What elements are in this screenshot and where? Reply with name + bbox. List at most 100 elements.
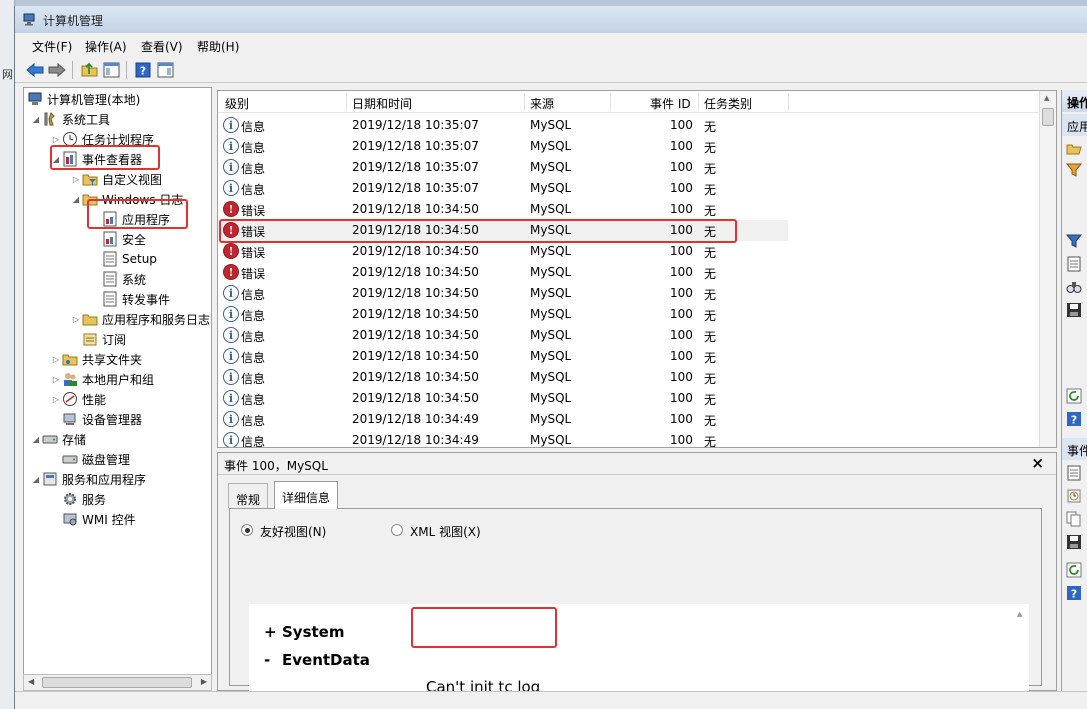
expand-system-icon[interactable]: + <box>264 623 277 641</box>
expanded-arrow-icon[interactable]: ◢ <box>30 475 42 484</box>
expanded-arrow-icon[interactable]: ◢ <box>50 155 62 164</box>
menu-help[interactable]: 帮助(H) <box>197 38 239 55</box>
tree-device-manager[interactable]: 设备管理器 <box>62 409 142 429</box>
menu-file[interactable]: 文件(F) <box>32 38 72 55</box>
open-log-icon[interactable] <box>1066 140 1082 156</box>
tree-disk-management[interactable]: 磁盘管理 <box>62 449 130 469</box>
scrollbar-thumb[interactable] <box>42 677 192 688</box>
find-icon[interactable] <box>1066 279 1082 295</box>
help-icon[interactable]: ? <box>1066 411 1082 427</box>
eventdata-node[interactable]: EventData <box>282 651 370 669</box>
tree-custom-views[interactable]: ▷ 自定义视图 <box>70 169 162 189</box>
back-button[interactable] <box>25 60 45 80</box>
menu-action[interactable]: 操作(A) <box>85 38 127 55</box>
column-source[interactable]: 来源 <box>530 95 554 112</box>
actions-section-event[interactable]: 事件 <box>1062 438 1087 460</box>
collapsed-arrow-icon[interactable]: ▷ <box>70 315 82 324</box>
collapsed-arrow-icon[interactable]: ▷ <box>70 175 82 184</box>
event-properties-icon[interactable] <box>1066 465 1082 481</box>
properties-icon[interactable] <box>1066 256 1082 272</box>
tree-subscriptions[interactable]: 订阅 <box>82 329 126 349</box>
radio-xml-view[interactable] <box>391 524 403 536</box>
column-divider[interactable] <box>698 93 699 111</box>
tree-horizontal-scrollbar[interactable]: ◀ ▶ <box>23 674 212 691</box>
column-level[interactable]: 级别 <box>225 95 249 112</box>
tree-storage[interactable]: ◢ 存储 <box>30 429 86 449</box>
refresh-icon[interactable] <box>1066 388 1082 404</box>
save-icon[interactable] <box>1066 302 1082 318</box>
table-row[interactable]: i 信息 2019/12/18 10:35:07 MySQL 100 无 <box>218 178 788 199</box>
tree-setup[interactable]: Setup <box>102 249 157 269</box>
collapsed-arrow-icon[interactable]: ▷ <box>50 395 62 404</box>
tree-application[interactable]: 应用程序 <box>102 209 170 229</box>
up-folder-button[interactable] <box>79 60 99 80</box>
filter-icon[interactable] <box>1066 162 1082 178</box>
refresh-icon[interactable] <box>1066 562 1082 578</box>
filter-log-icon[interactable] <box>1066 233 1082 249</box>
copy-icon[interactable] <box>1066 511 1082 527</box>
tab-general[interactable]: 常规 <box>228 483 269 508</box>
table-row[interactable]: i 信息 2019/12/18 10:34:50 MySQL 100 无 <box>218 325 788 346</box>
show-action-pane-button[interactable] <box>155 60 175 80</box>
actions-section-application[interactable]: 应用 <box>1062 114 1087 136</box>
radio-xml-label[interactable]: XML 视图(X) <box>410 523 481 540</box>
tree-services-apps[interactable]: ◢ 服务和应用程序 <box>30 469 146 489</box>
help-icon[interactable]: ? <box>1066 585 1082 601</box>
tree-forwarded-events[interactable]: 转发事件 <box>102 289 170 309</box>
scroll-up-icon[interactable]: ▲ <box>1044 94 1049 102</box>
system-node[interactable]: System <box>282 623 344 641</box>
help-button[interactable]: ? <box>133 60 153 80</box>
attach-task-icon[interactable] <box>1066 488 1082 504</box>
radio-friendly-view[interactable] <box>241 524 253 536</box>
menu-view[interactable]: 查看(V) <box>141 38 183 55</box>
tree-task-scheduler[interactable]: ▷ 任务计划程序 <box>50 129 154 149</box>
expanded-arrow-icon[interactable]: ◢ <box>30 115 42 124</box>
table-row[interactable]: i 信息 2019/12/18 10:34:50 MySQL 100 无 <box>218 367 788 388</box>
tree-system[interactable]: 系统 <box>102 269 146 289</box>
scroll-up-icon[interactable]: ▲ <box>1017 610 1022 618</box>
table-row[interactable]: i 信息 2019/12/18 10:34:50 MySQL 100 无 <box>218 346 788 367</box>
collapsed-arrow-icon[interactable]: ▷ <box>50 355 62 364</box>
expanded-arrow-icon[interactable]: ◢ <box>30 435 42 444</box>
tree-wmi[interactable]: WMI 控件 <box>62 509 136 529</box>
table-row[interactable]: ! 错误 2019/12/18 10:34:50 MySQL 100 无 <box>218 241 788 262</box>
table-row[interactable]: i 信息 2019/12/18 10:34:50 MySQL 100 无 <box>218 283 788 304</box>
collapsed-arrow-icon[interactable]: ▷ <box>50 375 62 384</box>
column-event-id[interactable]: 事件 ID <box>650 95 691 112</box>
column-divider[interactable] <box>788 93 789 111</box>
tree-root[interactable]: 计算机管理(本地) <box>27 89 140 109</box>
radio-friendly-label[interactable]: 友好视图(N) <box>260 523 326 540</box>
column-divider[interactable] <box>524 93 525 111</box>
tree-performance[interactable]: ▷ 性能 <box>50 389 106 409</box>
tree-system-tools[interactable]: ◢ 系统工具 <box>30 109 110 129</box>
table-row[interactable]: ! 错误 2019/12/18 10:34:50 MySQL 100 无 <box>218 220 788 241</box>
column-divider[interactable] <box>346 93 347 111</box>
expanded-arrow-icon[interactable]: ◢ <box>70 195 82 204</box>
save-event-icon[interactable] <box>1066 534 1082 550</box>
tree-local-users[interactable]: ▷ 本地用户和组 <box>50 369 154 389</box>
collapsed-arrow-icon[interactable]: ▷ <box>50 135 62 144</box>
table-row[interactable]: i 信息 2019/12/18 10:35:07 MySQL 100 无 <box>218 136 788 157</box>
table-row[interactable]: ! 错误 2019/12/18 10:34:50 MySQL 100 无 <box>218 262 788 283</box>
tree-app-service-logs[interactable]: ▷ 应用程序和服务日志 <box>70 309 210 329</box>
table-row[interactable]: i 信息 2019/12/18 10:35:07 MySQL 100 无 <box>218 115 788 136</box>
column-task-category[interactable]: 任务类别 <box>704 95 752 112</box>
forward-button[interactable] <box>47 60 67 80</box>
show-hide-tree-button[interactable] <box>101 60 121 80</box>
scroll-right-icon[interactable]: ▶ <box>201 677 207 686</box>
tree-services[interactable]: 服务 <box>62 489 106 509</box>
scrollbar-thumb[interactable] <box>1042 108 1054 126</box>
tree-shared-folders[interactable]: ▷ 共享文件夹 <box>50 349 142 369</box>
column-datetime[interactable]: 日期和时间 <box>352 95 412 112</box>
scroll-left-icon[interactable]: ◀ <box>28 677 34 686</box>
tab-details[interactable]: 详细信息 <box>274 481 339 509</box>
table-row[interactable]: i 信息 2019/12/18 10:34:49 MySQL 100 无 <box>218 409 788 430</box>
tree-event-viewer[interactable]: ◢ 事件查看器 <box>50 149 142 169</box>
table-row[interactable]: i 信息 2019/12/18 10:34:50 MySQL 100 无 <box>218 304 788 325</box>
table-row[interactable]: i 信息 2019/12/18 10:35:07 MySQL 100 无 <box>218 157 788 178</box>
tree-windows-logs[interactable]: ◢ Windows 日志 <box>70 189 183 209</box>
table-row[interactable]: i 信息 2019/12/18 10:34:50 MySQL 100 无 <box>218 388 788 409</box>
collapse-eventdata-icon[interactable]: - <box>264 651 270 669</box>
tree-security[interactable]: 安全 <box>102 229 146 249</box>
close-icon[interactable]: × <box>1031 454 1044 472</box>
